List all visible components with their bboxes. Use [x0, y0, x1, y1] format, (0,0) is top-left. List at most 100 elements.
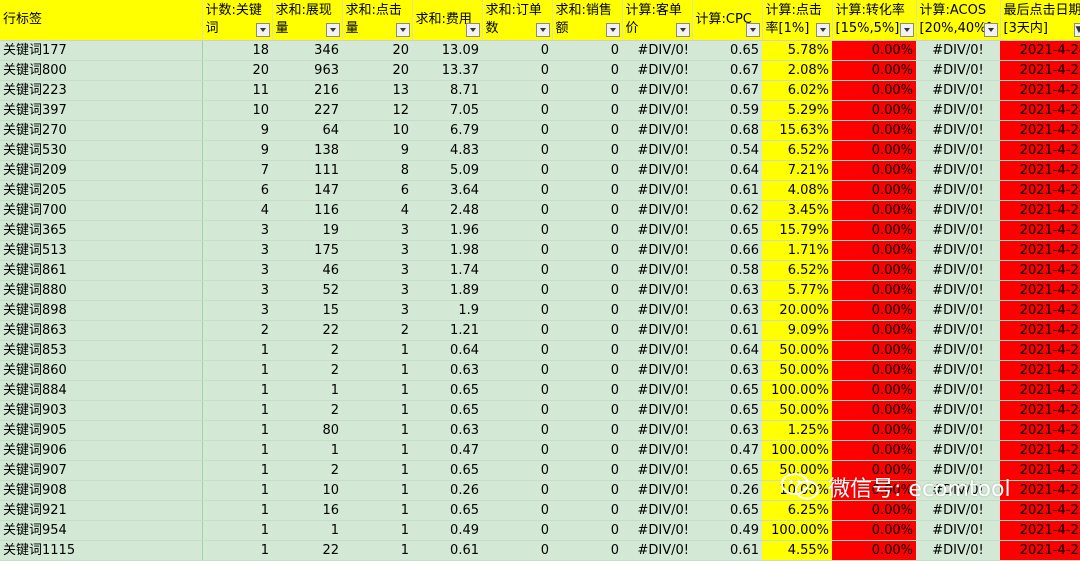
cell-cost[interactable]: 2.48 — [412, 201, 482, 221]
table-row[interactable]: 关键词700411642.4800#DIV/0!0.623.45%0.00%#D… — [0, 201, 1080, 221]
cell-aov[interactable]: #DIV/0! — [622, 481, 692, 501]
cell-keyword[interactable]: 关键词880 — [0, 281, 202, 301]
cell-keyword[interactable]: 关键词908 — [0, 481, 202, 501]
cell-cpc[interactable]: 0.54 — [692, 141, 762, 161]
cell-ctr[interactable]: 4.55% — [762, 541, 832, 561]
cell-sales[interactable]: 0 — [552, 141, 622, 161]
cell-aov[interactable]: #DIV/0! — [622, 221, 692, 241]
filter-dropdown-cvr-icon[interactable] — [900, 23, 914, 37]
cell-ctr[interactable]: 15.79% — [762, 221, 832, 241]
cell-cpc[interactable]: 0.63 — [692, 281, 762, 301]
cell-cost[interactable]: 1.89 — [412, 281, 482, 301]
table-row[interactable]: 关键词205614763.6400#DIV/0!0.614.08%0.00%#D… — [0, 181, 1080, 201]
cell-keyword[interactable]: 关键词921 — [0, 501, 202, 521]
cell-aov[interactable]: #DIV/0! — [622, 61, 692, 81]
cell-sales[interactable]: 0 — [552, 401, 622, 421]
cell-count[interactable]: 1 — [202, 481, 272, 501]
cell-cost[interactable]: 3.64 — [412, 181, 482, 201]
cell-ctr[interactable]: 50.00% — [762, 401, 832, 421]
cell-ctr[interactable]: 6.02% — [762, 81, 832, 101]
cell-orders[interactable]: 0 — [482, 41, 552, 61]
cell-acos[interactable]: #DIV/0! — [916, 521, 1000, 541]
cell-keyword[interactable]: 关键词800 — [0, 61, 202, 81]
cell-cvr[interactable]: 0.00% — [832, 441, 916, 461]
cell-keyword[interactable]: 关键词1115 — [0, 541, 202, 561]
cell-aov[interactable]: #DIV/0! — [622, 381, 692, 401]
cell-count[interactable]: 1 — [202, 441, 272, 461]
table-row[interactable]: 关键词513317531.9800#DIV/0!0.661.71%0.00%#D… — [0, 241, 1080, 261]
cell-acos[interactable]: #DIV/0! — [916, 341, 1000, 361]
cell-acos[interactable]: #DIV/0! — [916, 61, 1000, 81]
table-row[interactable]: 关键词530913894.8300#DIV/0!0.546.52%0.00%#D… — [0, 141, 1080, 161]
cell-date[interactable]: 2021-4-23 — [1000, 521, 1080, 541]
cell-ctr[interactable]: 5.78% — [762, 41, 832, 61]
cell-cost[interactable]: 0.26 — [412, 481, 482, 501]
table-row[interactable]: 关键词9541110.4900#DIV/0!0.49100.00%0.00%#D… — [0, 521, 1080, 541]
cell-cvr[interactable]: 0.00% — [832, 361, 916, 381]
table-row[interactable]: 关键词90518010.6300#DIV/0!0.631.25%0.00%#DI… — [0, 421, 1080, 441]
cell-clicks[interactable]: 3 — [342, 281, 412, 301]
cell-acos[interactable]: #DIV/0! — [916, 41, 1000, 61]
cell-cpc[interactable]: 0.63 — [692, 421, 762, 441]
cell-acos[interactable]: #DIV/0! — [916, 381, 1000, 401]
cell-sales[interactable]: 0 — [552, 441, 622, 461]
cell-aov[interactable]: #DIV/0! — [622, 321, 692, 341]
cell-cost[interactable]: 1.74 — [412, 261, 482, 281]
cell-keyword[interactable]: 关键词863 — [0, 321, 202, 341]
cell-keyword[interactable]: 关键词884 — [0, 381, 202, 401]
cell-cost[interactable]: 13.09 — [412, 41, 482, 61]
cell-cpc[interactable]: 0.67 — [692, 61, 762, 81]
cell-keyword[interactable]: 关键词898 — [0, 301, 202, 321]
cell-ctr[interactable]: 100.00% — [762, 441, 832, 461]
cell-impressions[interactable]: 216 — [272, 81, 342, 101]
cell-clicks[interactable]: 1 — [342, 481, 412, 501]
cell-orders[interactable]: 0 — [482, 381, 552, 401]
cell-cpc[interactable]: 0.65 — [692, 221, 762, 241]
cell-sales[interactable]: 0 — [552, 221, 622, 241]
cell-count[interactable]: 1 — [202, 521, 272, 541]
cell-date[interactable]: 2021-4-23 — [1000, 421, 1080, 441]
cell-cvr[interactable]: 0.00% — [832, 61, 916, 81]
cell-count[interactable]: 3 — [202, 281, 272, 301]
cell-orders[interactable]: 0 — [482, 221, 552, 241]
cell-acos[interactable]: #DIV/0! — [916, 281, 1000, 301]
cell-cpc[interactable]: 0.58 — [692, 261, 762, 281]
cell-keyword[interactable]: 关键词700 — [0, 201, 202, 221]
cell-cost[interactable]: 0.65 — [412, 401, 482, 421]
filter-dropdown-orders-icon[interactable] — [536, 23, 550, 37]
cell-ctr[interactable]: 50.00% — [762, 341, 832, 361]
cell-impressions[interactable]: 1 — [272, 521, 342, 541]
table-row[interactable]: 关键词9031210.6500#DIV/0!0.6550.00%0.00%#DI… — [0, 401, 1080, 421]
cell-ctr[interactable]: 4.08% — [762, 181, 832, 201]
cell-keyword[interactable]: 关键词513 — [0, 241, 202, 261]
cell-date[interactable]: 2021-4-23 — [1000, 161, 1080, 181]
cell-acos[interactable]: #DIV/0! — [916, 401, 1000, 421]
cell-count[interactable]: 18 — [202, 41, 272, 61]
cell-acos[interactable]: #DIV/0! — [916, 301, 1000, 321]
cell-ctr[interactable]: 3.45% — [762, 201, 832, 221]
cell-date[interactable]: 2021-4-23 — [1000, 141, 1080, 161]
cell-date[interactable]: 2021-4-24 — [1000, 41, 1080, 61]
cell-cost[interactable]: 0.63 — [412, 421, 482, 441]
cell-cvr[interactable]: 0.00% — [832, 401, 916, 421]
table-row[interactable]: 关键词270964106.7900#DIV/0!0.6815.63%0.00%#… — [0, 121, 1080, 141]
cell-sales[interactable]: 0 — [552, 301, 622, 321]
cell-cost[interactable]: 0.65 — [412, 501, 482, 521]
table-row[interactable]: 关键词800209632013.3700#DIV/0!0.672.08%0.00… — [0, 61, 1080, 81]
cell-acos[interactable]: #DIV/0! — [916, 541, 1000, 561]
cell-date[interactable]: 2021-4-23 — [1000, 501, 1080, 521]
cell-cost[interactable]: 13.37 — [412, 61, 482, 81]
cell-ctr[interactable]: 15.63% — [762, 121, 832, 141]
table-row[interactable]: 关键词8601210.6300#DIV/0!0.6350.00%0.00%#DI… — [0, 361, 1080, 381]
cell-orders[interactable]: 0 — [482, 241, 552, 261]
cell-sales[interactable]: 0 — [552, 501, 622, 521]
cell-aov[interactable]: #DIV/0! — [622, 201, 692, 221]
cell-sales[interactable]: 0 — [552, 381, 622, 401]
cell-ctr[interactable]: 20.00% — [762, 301, 832, 321]
cell-sales[interactable]: 0 — [552, 241, 622, 261]
cell-acos[interactable]: #DIV/0! — [916, 121, 1000, 141]
cell-aov[interactable]: #DIV/0! — [622, 301, 692, 321]
cell-clicks[interactable]: 1 — [342, 421, 412, 441]
cell-cost[interactable]: 1.21 — [412, 321, 482, 341]
cell-sales[interactable]: 0 — [552, 461, 622, 481]
